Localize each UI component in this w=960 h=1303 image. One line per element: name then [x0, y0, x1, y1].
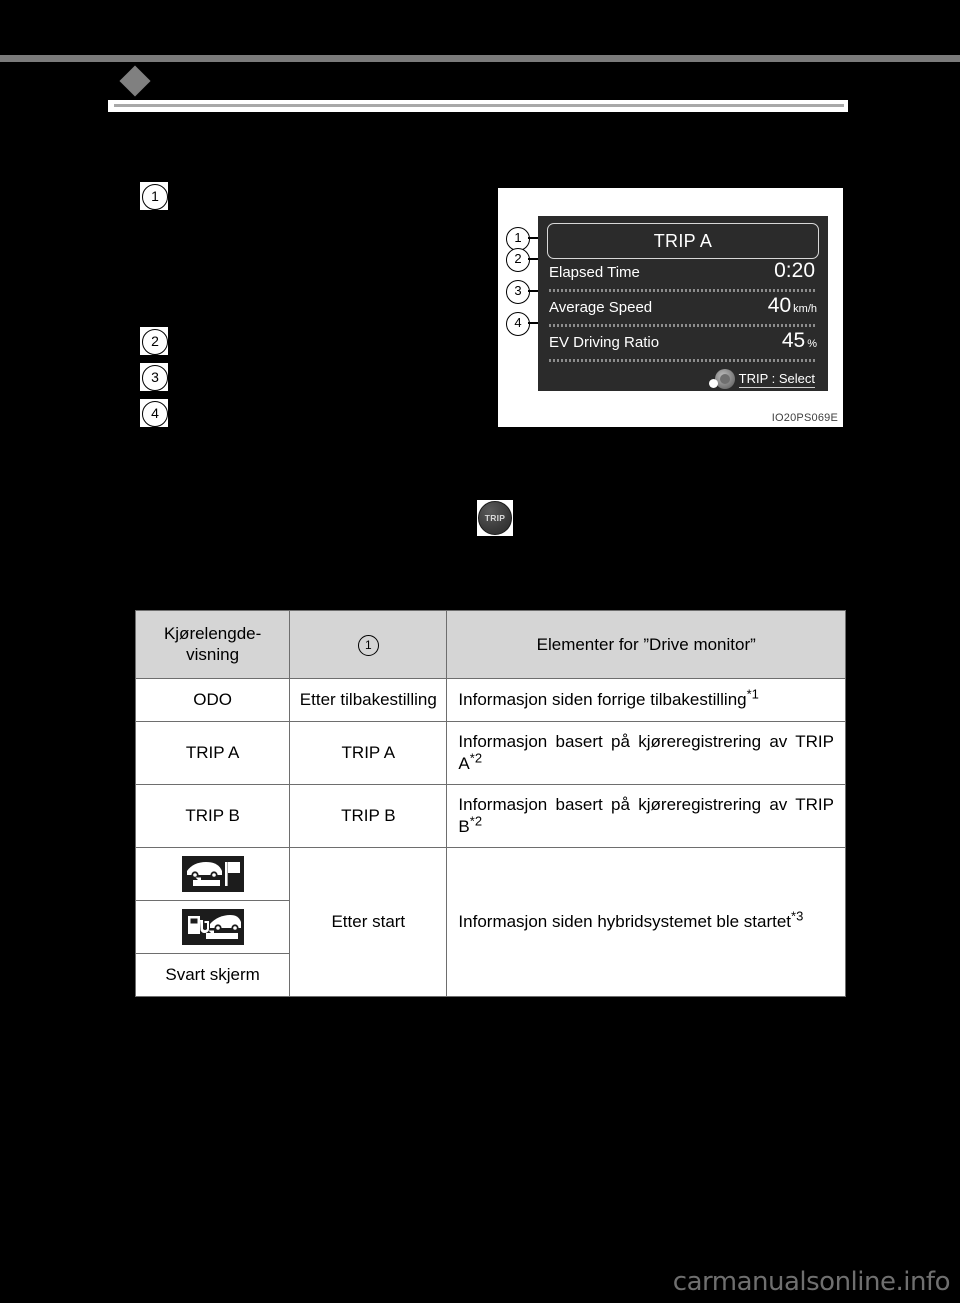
meter-row-ev-driving-ratio: EV Driving Ratio 45 %: [547, 329, 819, 359]
cell-trip-b-description-text: Informasjon basert på kjøreregistrering …: [458, 794, 834, 836]
figure-callout-2: 2: [506, 248, 530, 272]
section-diamond-icon: [119, 65, 151, 97]
cell-after-start-description-text: Informasjon siden hybridsystemet ble sta…: [458, 911, 792, 931]
table-header-callout-circle: 1: [357, 634, 379, 656]
meter-value-ev-driving-ratio-wrap: 45 %: [782, 329, 817, 353]
cell-odo-footnote: *1: [746, 685, 759, 701]
meter-label-average-speed: Average Speed: [549, 299, 653, 316]
drive-monitor-table-wrap: Kjørelengde-visning 1 Elementer for ”Dri…: [134, 610, 846, 998]
table-header-drive-monitor-items: Elementer for ”Drive monitor”: [446, 610, 846, 679]
trip-button[interactable]: TRIP: [478, 501, 512, 535]
meter-row-elapsed-time: Elapsed Time 0:20: [547, 259, 819, 289]
callout-1: 1: [142, 184, 168, 210]
figure-callout-4: 4: [506, 312, 530, 336]
cell-trip-b-reset: TRIP B: [289, 783, 448, 848]
callout-2: 2: [142, 329, 168, 355]
table-row: TRIP A TRIP A Informasjon basert på kjør…: [134, 720, 846, 785]
cell-after-start-footnote: *3: [791, 908, 804, 924]
table-row: TRIP B TRIP B Informasjon basert på kjør…: [134, 783, 846, 848]
table-row: ODO Etter tilbakestilling Informasjon si…: [134, 677, 846, 722]
figure-callout-3: 3: [506, 280, 530, 304]
meter-title-box: TRIP A: [547, 223, 819, 259]
meter-title: TRIP A: [653, 230, 713, 251]
cell-after-start: Etter start: [289, 846, 448, 998]
cell-fuel-consumption-icon: [134, 899, 291, 954]
cell-trip-a-footnote: *2: [469, 750, 483, 766]
trip-knob-icon: [708, 369, 737, 389]
meter-row-average-speed: Average Speed 40 km/h: [547, 294, 819, 324]
car-destination-flag-icon: [181, 855, 244, 892]
meter-separator-1: [549, 289, 817, 292]
header-gray-band: [0, 55, 960, 62]
cell-cruising-range-icon: [134, 846, 291, 901]
meter-footer-label: TRIP : Select: [738, 370, 815, 388]
meter-display: TRIP A Elapsed Time 0:20 Average Speed 4…: [538, 216, 828, 391]
drive-monitor-figure: 1 2 3 4 TRIP A Elapsed Time 0:20 Average…: [496, 186, 845, 429]
cell-trip-a-description: Informasjon basert på kjøreregistrering …: [446, 720, 846, 785]
car-fuel-pump-icon: [181, 908, 244, 945]
drive-monitor-table: Kjørelengde-visning 1 Elementer for ”Dri…: [134, 610, 846, 998]
cell-odo-description: Informasjon siden forrige tilbakestillin…: [446, 677, 846, 722]
table-header-row: Kjørelengde-visning 1 Elementer for ”Dri…: [134, 610, 846, 679]
meter-unit-ev-driving-ratio: %: [807, 338, 817, 350]
trip-button-figure: TRIP: [477, 500, 513, 536]
meter-unit-average-speed: km/h: [793, 303, 817, 315]
meter-value-average-speed-wrap: 40 km/h: [768, 294, 817, 318]
callout-4: 4: [142, 401, 168, 427]
meter-separator-3: [549, 359, 817, 362]
table-header-callout: 1: [289, 610, 448, 679]
meter-label-ev-driving-ratio: EV Driving Ratio: [549, 334, 660, 351]
cell-trip-b-description: Informasjon basert på kjøreregistrering …: [446, 783, 846, 848]
cell-trip-a-description-text: Informasjon basert på kjøreregistrering …: [458, 731, 834, 773]
cell-after-start-description: Informasjon siden hybridsystemet ble sta…: [446, 846, 846, 998]
cell-trip-a-reset: TRIP A: [289, 720, 448, 785]
site-watermark: carmanualsonline.info: [672, 1267, 951, 1297]
table-row: Etter start Informasjon siden hybridsyst…: [134, 846, 846, 998]
figure-image-code: IO20PS069E: [768, 411, 841, 425]
section-rule-inner: [114, 104, 844, 107]
cell-trip-b-footnote: *2: [469, 813, 483, 829]
meter-value-average-speed: 40: [767, 294, 792, 317]
meter-value-ev-driving-ratio: 45: [781, 329, 806, 352]
cell-odo-reset: Etter tilbakestilling: [289, 677, 448, 722]
cell-trip-b-label: TRIP B: [134, 783, 291, 848]
cell-trip-a-label: TRIP A: [134, 720, 291, 785]
callout-3: 3: [142, 365, 168, 391]
cell-odo-description-text: Informasjon siden forrige tilbakestillin…: [458, 689, 747, 709]
cell-black-screen-label: Svart skjerm: [134, 952, 291, 998]
cell-odo-label: ODO: [134, 677, 291, 722]
meter-value-elapsed-time: 0:20: [774, 259, 815, 282]
meter-value-elapsed-time-wrap: 0:20: [774, 259, 817, 283]
meter-footer: TRIP : Select: [547, 364, 819, 394]
meter-label-elapsed-time: Elapsed Time: [549, 264, 640, 281]
table-header-odometer-display: Kjørelengde-visning: [134, 610, 291, 679]
meter-separator-2: [549, 324, 817, 327]
